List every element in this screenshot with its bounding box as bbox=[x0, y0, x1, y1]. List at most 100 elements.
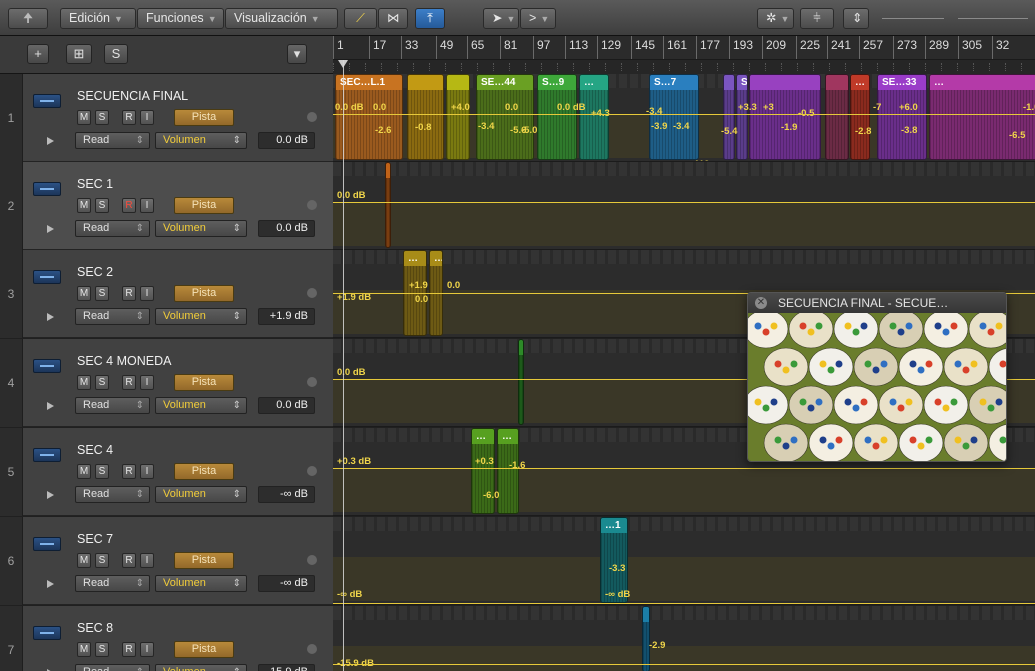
mute-button[interactable]: M bbox=[77, 375, 91, 390]
automation-value-field[interactable]: +1.9 dB bbox=[258, 308, 315, 325]
automation-line[interactable] bbox=[333, 664, 1035, 665]
input-monitor-button[interactable]: I bbox=[140, 553, 154, 568]
audio-region[interactable] bbox=[723, 74, 735, 160]
track-button[interactable]: Pista bbox=[174, 552, 234, 569]
collapse-button[interactable]: ▾ bbox=[287, 44, 307, 64]
input-monitor-button[interactable]: I bbox=[140, 110, 154, 125]
automation-line[interactable] bbox=[333, 603, 1035, 604]
audio-region[interactable] bbox=[825, 74, 849, 160]
solo-button[interactable]: S bbox=[95, 642, 109, 657]
track-button[interactable]: Pista bbox=[174, 641, 234, 658]
automation-parameter-select[interactable]: Volumen bbox=[155, 486, 247, 503]
snap-settings-button[interactable]: ✲ ▼ bbox=[757, 8, 794, 29]
mute-button[interactable]: M bbox=[77, 198, 91, 213]
track-button[interactable]: Pista bbox=[174, 285, 234, 302]
automation-mode-select[interactable]: Read bbox=[75, 397, 150, 414]
automation-value-field[interactable]: -15.9 dB bbox=[258, 664, 315, 671]
solo-button[interactable]: S bbox=[95, 110, 109, 125]
audio-region[interactable]: SE…66 bbox=[736, 74, 748, 160]
audio-region[interactable]: SE…33 bbox=[877, 74, 927, 160]
automation-mode-select[interactable]: Read bbox=[75, 308, 150, 325]
flex-button[interactable]: ⋈ bbox=[378, 8, 408, 29]
track-name[interactable]: SEC 8 bbox=[77, 621, 113, 635]
preview-titlebar[interactable]: ✕ SECUENCIA FINAL - SECUE… bbox=[748, 293, 1006, 313]
record-enable-button[interactable]: R bbox=[122, 553, 136, 568]
audio-region[interactable]: S…9 bbox=[537, 74, 577, 160]
disclosure-triangle-icon[interactable] bbox=[47, 137, 54, 145]
track-name[interactable]: SECUENCIA FINAL bbox=[77, 89, 188, 103]
solo-button[interactable]: S bbox=[95, 286, 109, 301]
audio-region[interactable]: SEC…L.1 bbox=[335, 74, 403, 160]
track-header-3[interactable]: 3 SEC 2 M S R I Pista Read Volumen +1.9 … bbox=[0, 250, 333, 338]
track-name[interactable]: SEC 2 bbox=[77, 265, 113, 279]
automation-mode-select[interactable]: Read bbox=[75, 664, 150, 671]
audio-region[interactable] bbox=[385, 162, 391, 248]
automation-parameter-select[interactable]: Volumen bbox=[155, 220, 247, 237]
track-lane-6[interactable]: …1 -∞ dB -3.3 -∞ dB bbox=[333, 517, 1035, 605]
mute-button[interactable]: M bbox=[77, 642, 91, 657]
track-button[interactable]: Pista bbox=[174, 109, 234, 126]
audio-region[interactable] bbox=[642, 606, 650, 671]
automation-value-field[interactable]: -∞ dB bbox=[258, 486, 315, 503]
solo-button[interactable]: S bbox=[95, 375, 109, 390]
back-button[interactable]: 🠉 bbox=[8, 8, 48, 29]
disclosure-triangle-icon[interactable] bbox=[47, 225, 54, 233]
marker-ruler[interactable] bbox=[333, 60, 1035, 74]
track-lane-2[interactable]: 0.0 dB bbox=[333, 162, 1035, 250]
close-icon[interactable]: ✕ bbox=[755, 297, 767, 309]
automation-value-field[interactable]: 0.0 dB bbox=[258, 397, 315, 414]
track-name[interactable]: SEC 4 bbox=[77, 443, 113, 457]
solo-button[interactable]: S bbox=[95, 198, 109, 213]
disclosure-triangle-icon[interactable] bbox=[47, 402, 54, 410]
add-track-button[interactable]: + bbox=[27, 44, 49, 64]
record-enable-button[interactable]: R bbox=[122, 642, 136, 657]
track-header-5[interactable]: 5 SEC 4 M S R I Pista Read Volumen -∞ dB bbox=[0, 428, 333, 516]
waveform-zoom-button[interactable]: ⫩ bbox=[800, 8, 834, 29]
record-enable-button[interactable]: R bbox=[122, 375, 136, 390]
track-button[interactable]: Pista bbox=[174, 197, 234, 214]
track-lane-7[interactable]: -15.9 dB-2.9 bbox=[333, 606, 1035, 671]
audio-region[interactable]: … bbox=[471, 428, 495, 514]
audio-region[interactable]: … bbox=[850, 74, 870, 160]
duplicate-track-button[interactable]: ⊞ bbox=[66, 44, 92, 64]
mute-button[interactable]: M bbox=[77, 464, 91, 479]
bar-ruler[interactable]: 1 17 33 49 65 81 97 113 129 145 161 177 193 209 225 241… bbox=[333, 36, 1035, 60]
automation-mode-select[interactable]: Read bbox=[75, 486, 150, 503]
mute-button[interactable]: M bbox=[77, 110, 91, 125]
automation-parameter-select[interactable]: Volumen bbox=[155, 397, 247, 414]
menu-visualizacion[interactable]: Visualización ▼ bbox=[225, 8, 338, 29]
record-enable-button[interactable]: R bbox=[122, 286, 136, 301]
track-header-4[interactable]: 4 SEC 4 MONEDA M S R I Pista Read Volume… bbox=[0, 339, 333, 427]
catch-button[interactable]: ⤒ bbox=[415, 8, 445, 29]
movie-preview-window[interactable]: ✕ SECUENCIA FINAL - SECUE… bbox=[747, 292, 1007, 462]
audio-region[interactable]: … bbox=[929, 74, 1035, 160]
automation-value-field[interactable]: -∞ dB bbox=[258, 575, 315, 592]
mute-button[interactable]: M bbox=[77, 553, 91, 568]
track-button[interactable]: Pista bbox=[174, 374, 234, 391]
automation-curve-button[interactable]: ⟋ bbox=[344, 8, 377, 29]
automation-parameter-select[interactable]: Volumen bbox=[155, 575, 247, 592]
audio-region[interactable]: SE…44 bbox=[476, 74, 534, 160]
automation-line[interactable] bbox=[333, 114, 1035, 115]
menu-funciones[interactable]: Funciones ▼ bbox=[137, 8, 224, 29]
pointer-tool[interactable]: ➤ ▼ bbox=[483, 8, 519, 29]
input-monitor-button[interactable]: I bbox=[140, 198, 154, 213]
automation-parameter-select[interactable]: Volumen bbox=[155, 308, 247, 325]
track-header-2[interactable]: 2 SEC 1 M S R I Pista Read Volumen 0.0 d… bbox=[0, 162, 333, 250]
automation-mode-select[interactable]: Read bbox=[75, 132, 150, 149]
record-enable-button[interactable]: R bbox=[122, 464, 136, 479]
automation-mode-select[interactable]: Read bbox=[75, 575, 150, 592]
track-lane-1[interactable]: SEC…L.1 SE…44 S…9 … S…7 SE…66 … SE…33 … 0.0 dB 0.0… bbox=[333, 74, 1035, 162]
automation-line[interactable] bbox=[333, 468, 1035, 469]
automation-mode-select[interactable]: Read bbox=[75, 220, 150, 237]
automation-line[interactable] bbox=[333, 202, 1035, 203]
playhead[interactable] bbox=[343, 60, 344, 671]
solo-button[interactable]: S bbox=[104, 44, 128, 64]
track-name[interactable]: SEC 4 MONEDA bbox=[77, 354, 171, 368]
track-header-7[interactable]: 7 SEC 8 M S R I Pista Read Volumen -15.9… bbox=[0, 606, 333, 671]
automation-parameter-select[interactable]: Volumen bbox=[155, 132, 247, 149]
solo-button[interactable]: S bbox=[95, 464, 109, 479]
automation-parameter-select[interactable]: Volumen bbox=[155, 664, 247, 671]
track-name[interactable]: SEC 1 bbox=[77, 177, 113, 191]
record-enable-button[interactable]: R bbox=[122, 110, 136, 125]
